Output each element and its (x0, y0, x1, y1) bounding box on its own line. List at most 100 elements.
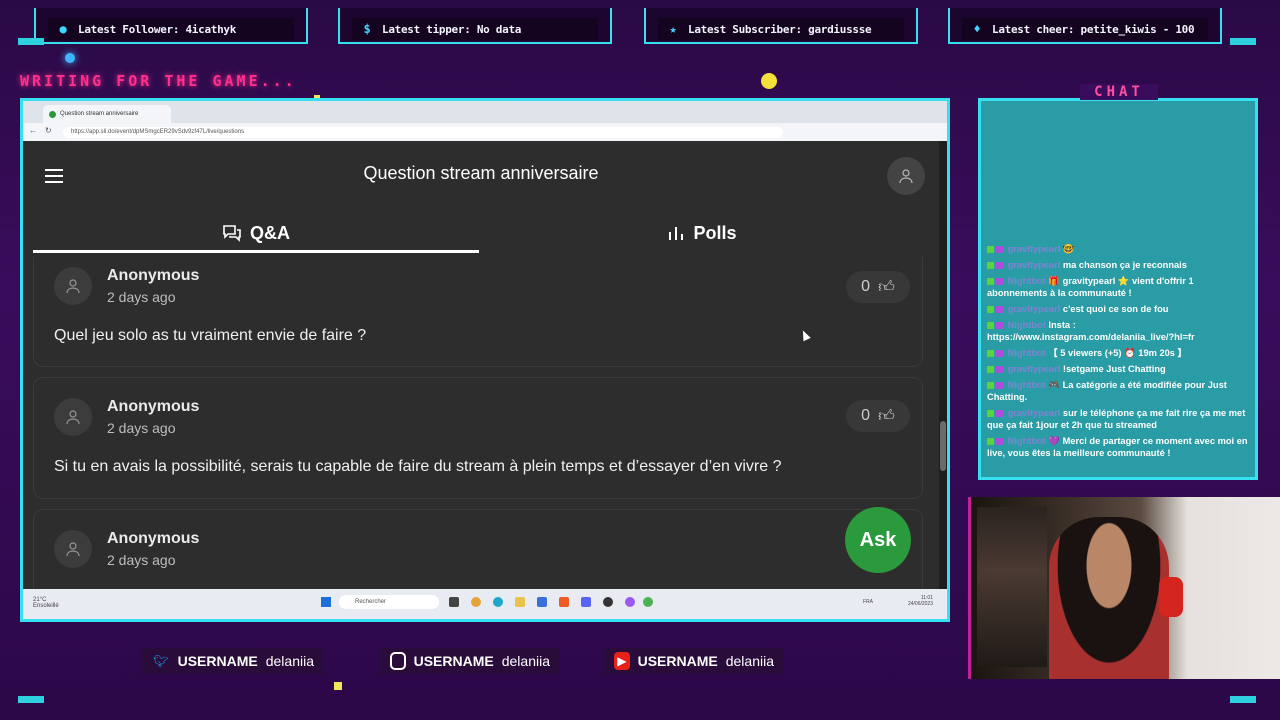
tab-polls-label: Polls (693, 222, 737, 243)
badge-icon (996, 350, 1003, 358)
badge-icon (996, 306, 1003, 314)
alert-label: Latest Subscriber: gardiussse (688, 22, 872, 36)
chrome-alt-icon[interactable] (643, 597, 653, 607)
like-button[interactable]: 0 👍︎ (846, 271, 910, 303)
decor-dot (334, 682, 342, 690)
alert-label: Latest cheer: petite_kiwis - 100 (992, 22, 1195, 36)
chat-message: gravitypearl c'est quoi ce son de fou (987, 303, 1251, 315)
badge-icon (987, 410, 994, 418)
browser-tab-title: Question stream anniversaire (60, 111, 139, 117)
question-card: Anonymous 2 days ago 0 👍︎ Si tu en avais… (33, 377, 923, 499)
question-author: Anonymous (107, 398, 200, 415)
badge-icon (996, 438, 1003, 446)
alert-latest-tipper: $ Latest tipper: No data (338, 8, 612, 44)
tab-qa[interactable]: Q&A (33, 213, 479, 253)
chat-username: gravitypearl (1007, 260, 1061, 270)
back-icon[interactable]: ← (29, 126, 37, 135)
url-input[interactable]: https://app.sli.do/event/dpMSmgcER29vSdv… (63, 127, 783, 138)
scrollbar-thumb[interactable] (940, 421, 946, 471)
clock-date: 24/06/2023 (907, 601, 933, 607)
edge-icon[interactable] (493, 597, 503, 607)
chrome-icon[interactable] (471, 597, 481, 607)
chat-message: Nightbot 💜 Merci de partager ce moment a… (987, 435, 1251, 459)
chat-username: Nightbot (1007, 276, 1046, 286)
chat-title: CHAT (1080, 84, 1158, 100)
qa-polls-tabs: Q&A Polls (33, 213, 939, 253)
file-explorer-icon[interactable] (449, 597, 459, 607)
alert-latest-cheer: ♦ Latest cheer: petite_kiwis - 100 (948, 8, 1222, 44)
decor-bar (1230, 38, 1256, 45)
like-button[interactable]: 0 👍︎ (846, 400, 910, 432)
chat-username: Nightbot (1007, 320, 1046, 330)
windows-taskbar: 21°C Ensoleillé Rechercher FRA 11:01 24/… (23, 589, 947, 619)
browser-tab[interactable]: Question stream anniversaire (43, 105, 171, 123)
badge-icon (996, 278, 1003, 286)
windows-start-icon[interactable] (321, 597, 331, 607)
page-scrollbar[interactable] (939, 141, 947, 589)
alert-label: Latest tipper: No data (382, 22, 522, 36)
chat-message: Nightbot 🎁 gravitypearl ⭐ vient d'offrir… (987, 275, 1251, 299)
like-count: 0 (861, 407, 871, 424)
stream-status-text: WRITING FOR THE GAME... (20, 72, 297, 90)
taskbar-clock[interactable]: 11:01 24/06/2023 (908, 595, 933, 607)
messenger-icon[interactable] (625, 597, 635, 607)
browser-tabstrip: Question stream anniversaire (23, 101, 947, 123)
chat-message: gravitypearl ma chanson ça je reconnais (987, 259, 1251, 271)
obs-icon[interactable] (603, 597, 613, 607)
chat-username: gravitypearl (1007, 364, 1061, 374)
question-card: Anonymous 2 days ago (33, 509, 923, 589)
star-icon: ★ (669, 22, 677, 36)
discord-icon[interactable] (581, 597, 591, 607)
question-text: Quel jeu solo as tu vraiment envie de fa… (54, 327, 367, 344)
social-handle: delaniia (265, 653, 314, 669)
brave-icon[interactable] (559, 597, 569, 607)
folder-icon[interactable] (515, 597, 525, 607)
question-time: 2 days ago (107, 552, 176, 568)
badge-icon (987, 306, 994, 314)
chat-username: Nightbot (1007, 380, 1046, 390)
social-instagram: USERNAME delaniia (380, 648, 560, 674)
tab-polls[interactable]: Polls (479, 213, 925, 253)
dollar-icon: $ (363, 22, 371, 36)
weather-widget[interactable]: 21°C Ensoleillé (33, 597, 73, 609)
decor-bar (1230, 696, 1256, 703)
badge-icon (987, 322, 994, 330)
chat-message: Nightbot 🎮 La catégorie a été modifiée p… (987, 379, 1251, 403)
chat-bubbles-icon (223, 225, 241, 242)
profile-button[interactable] (887, 157, 925, 195)
like-count: 0 (861, 278, 871, 295)
diamond-icon: ♦ (973, 22, 981, 36)
language-indicator[interactable]: FRA (863, 599, 873, 605)
chat-messages: gravitypearl 🤓 gravitypearl ma chanson ç… (987, 243, 1251, 463)
chat-username: gravitypearl (1007, 244, 1061, 254)
chat-text: 【 5 viewers (+5) ⏰ 19m 20s 】 (1048, 348, 1187, 358)
chat-text: 🤓 (1062, 244, 1075, 254)
chat-text: !setgame Just Chatting (1062, 364, 1166, 374)
sli-do-favicon-icon (49, 110, 56, 118)
question-text: Si tu en avais la possibilité, serais tu… (54, 458, 782, 475)
page-title: Question stream anniversaire (363, 163, 599, 183)
ask-button[interactable]: Ask (845, 507, 911, 573)
twitter-icon: 🐦︎ (153, 654, 169, 668)
user-icon (66, 542, 80, 557)
chat-username: gravitypearl (1007, 408, 1061, 418)
anonymous-avatar (54, 530, 92, 568)
store-icon[interactable] (537, 597, 547, 607)
social-twitter: 🐦︎ USERNAME delaniia (142, 648, 324, 674)
user-icon (899, 169, 913, 184)
alert-latest-subscriber: ★ Latest Subscriber: gardiussse (644, 8, 918, 44)
badge-icon (996, 366, 1003, 374)
alert-latest-follower: ● Latest Follower: 4icathyk (34, 8, 308, 44)
anonymous-avatar (54, 398, 92, 436)
user-icon: ● (59, 22, 67, 36)
anonymous-avatar (54, 267, 92, 305)
badge-icon (987, 366, 994, 374)
decor-bar (18, 696, 44, 703)
taskbar-search-input[interactable]: Rechercher (339, 595, 439, 609)
chat-message: Nightbot 【 5 viewers (+5) ⏰ 19m 20s 】 (987, 347, 1251, 359)
bar-chart-icon (669, 227, 684, 240)
question-author: Anonymous (107, 267, 200, 284)
chat-username: Nightbot (1007, 436, 1046, 446)
reload-icon[interactable]: ↻ (45, 126, 52, 135)
question-list: Anonymous 2 days ago 0 👍︎ Quel jeu solo … (33, 257, 939, 589)
